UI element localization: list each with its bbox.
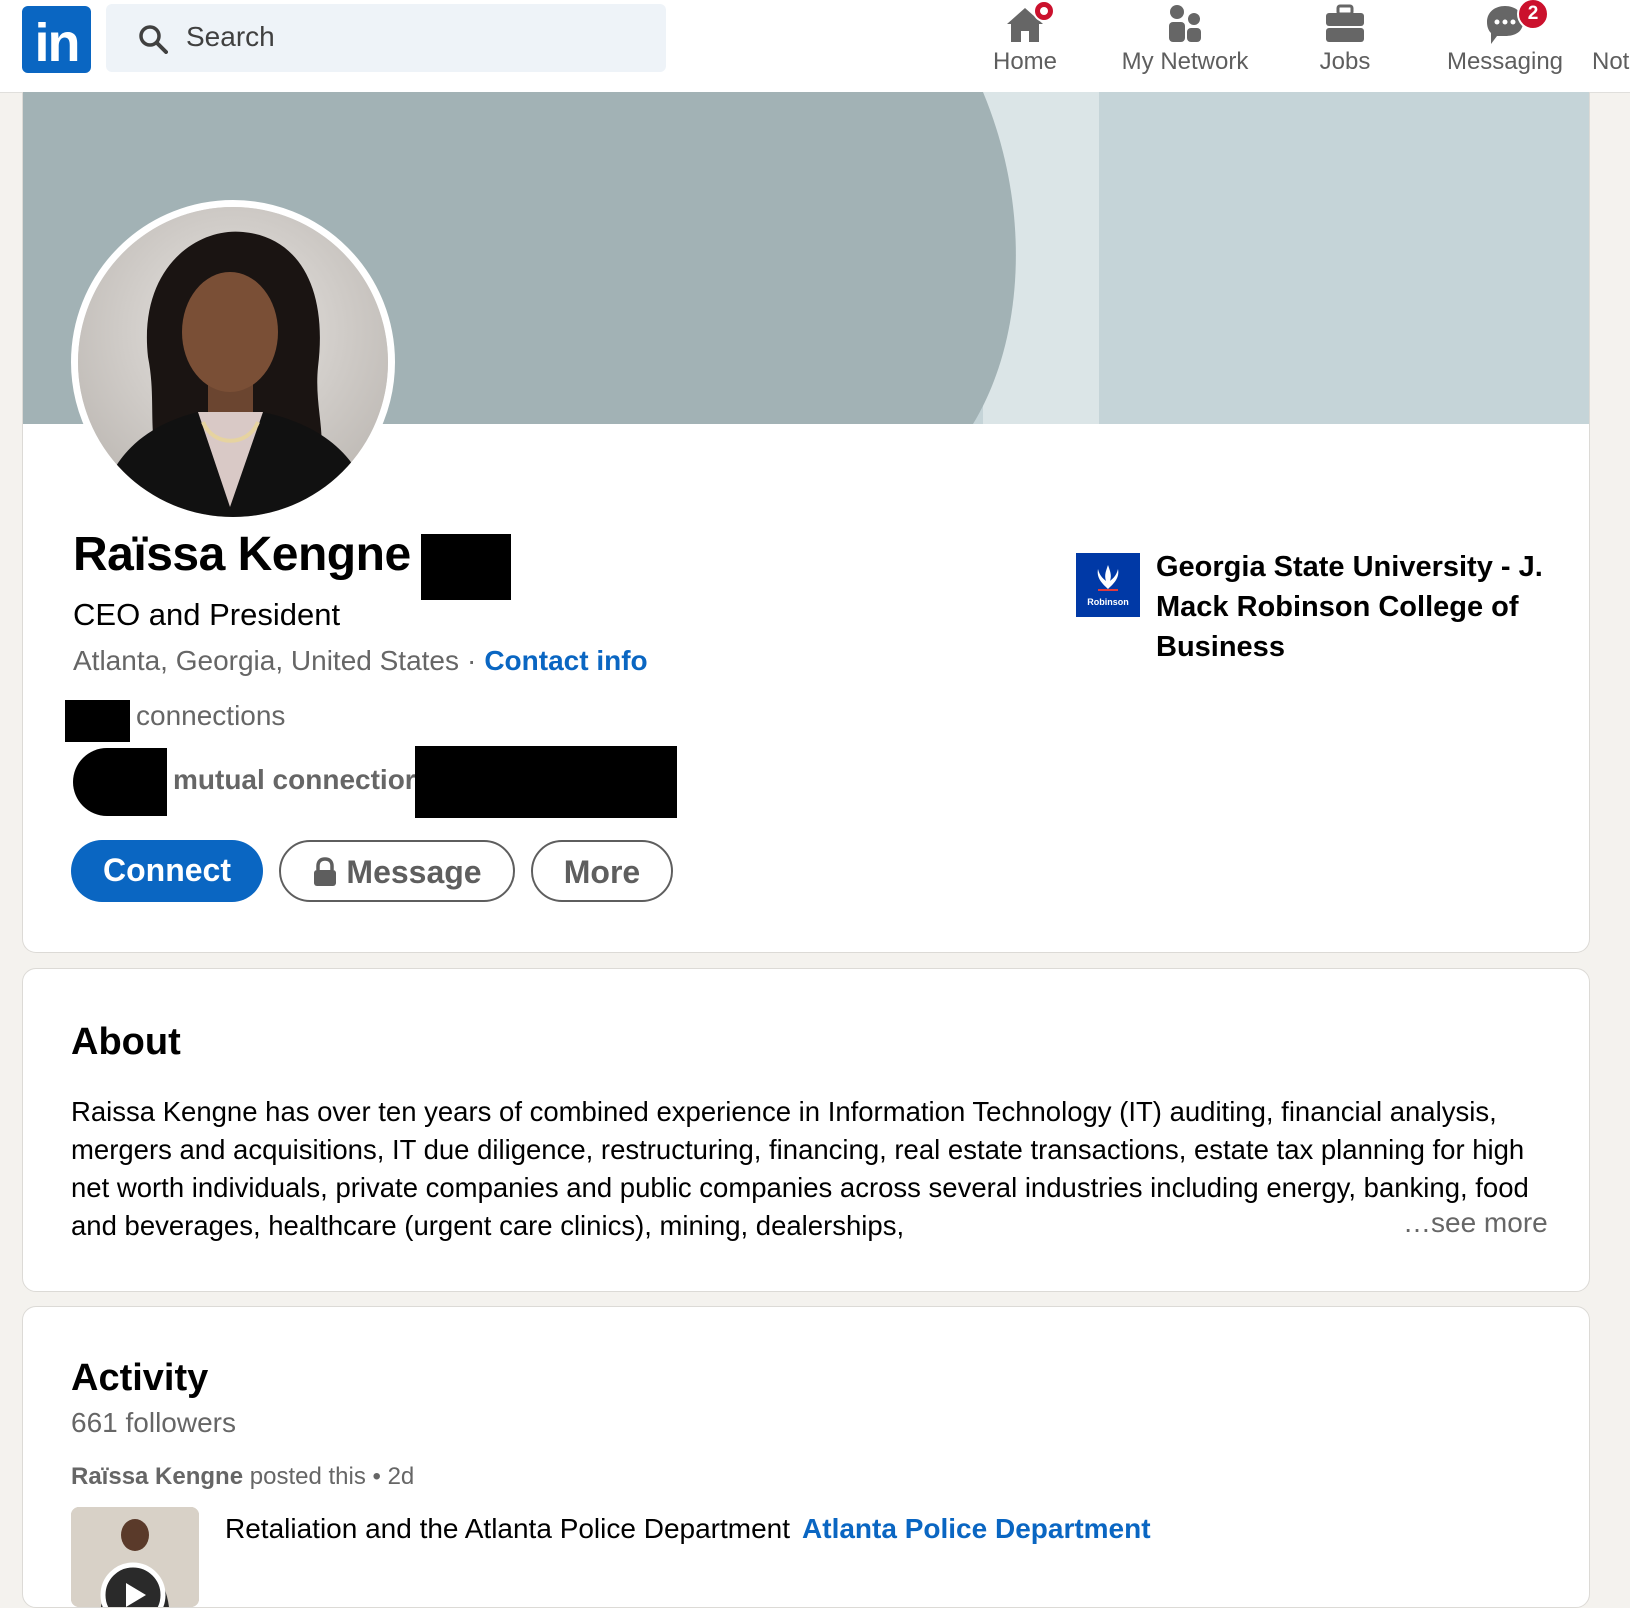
mutual-connections[interactable]: mutual connectior — [173, 764, 416, 796]
location-separator: · — [467, 645, 477, 676]
connect-button[interactable]: Connect — [71, 840, 263, 902]
about-text: Raissa Kengne has over ten years of comb… — [71, 1096, 1529, 1241]
nav-item-home[interactable]: Home — [975, 0, 1075, 92]
lock-icon — [314, 857, 337, 886]
linkedin-logo[interactable]: in — [22, 6, 91, 73]
profile-headline: CEO and President — [73, 597, 341, 632]
nav-item-my-network[interactable]: My Network — [1110, 0, 1260, 92]
post-title: Retaliation and the Atlanta Police Depar… — [225, 1513, 791, 1544]
redaction-bar — [415, 746, 677, 818]
nav-item-messaging[interactable]: 2 Messaging — [1435, 0, 1575, 92]
search-box[interactable]: Search — [106, 4, 666, 72]
briefcase-icon — [1326, 4, 1364, 42]
redaction-bar — [73, 748, 167, 816]
nav-label-notifications: Not — [1592, 48, 1630, 75]
post-thumbnail[interactable] — [71, 1507, 199, 1607]
activity-card: Activity 661 followers Raïssa Kengne pos… — [22, 1306, 1590, 1608]
post-hashtag-link[interactable]: Atlanta Police Department — [802, 1513, 1151, 1544]
message-button[interactable]: Message — [279, 840, 515, 902]
profile-photo-image — [78, 207, 388, 517]
profile-name: Raïssa Kengne — [73, 528, 411, 581]
see-more-link[interactable]: …see more — [1395, 1207, 1548, 1239]
post-title-line[interactable]: Retaliation and the Atlanta Police Depar… — [225, 1513, 1151, 1545]
about-card: About Raissa Kengne has over ten years o… — [22, 968, 1590, 1292]
message-button-label: Message — [346, 854, 482, 890]
nav-label-messaging: Messaging — [1446, 48, 1564, 75]
video-thumbnail-image — [71, 1507, 199, 1607]
search-icon — [139, 25, 168, 54]
profile-card: Raïssa Kengne CEO and President Atlanta,… — [22, 92, 1590, 953]
home-notification-dot — [1033, 0, 1055, 22]
post-meta: Raïssa Kengne posted this • 2d — [71, 1463, 414, 1491]
nav-label-jobs: Jobs — [1319, 48, 1371, 75]
nav-item-notifications[interactable]: Not — [1592, 0, 1630, 92]
nav-label-my-network: My Network — [1121, 48, 1249, 75]
profile-photo[interactable] — [71, 200, 395, 524]
school-logo[interactable]: Robinson — [1076, 553, 1140, 617]
school-name[interactable]: Georgia State University - J. Mack Robin… — [1156, 547, 1566, 667]
more-button[interactable]: More — [531, 840, 673, 902]
post-meta-separator: • — [372, 1463, 381, 1490]
network-icon — [1169, 5, 1201, 42]
contact-info-link[interactable]: Contact info — [484, 645, 647, 676]
redaction-bar — [65, 700, 130, 742]
nav-item-jobs[interactable]: Jobs — [1290, 0, 1400, 92]
top-navigation-bar: in Search Home My Network Jobs 2 Messagi… — [0, 0, 1630, 93]
school-logo-text: Robinson — [1087, 597, 1129, 607]
redaction-bar — [421, 534, 511, 600]
post-time: 2d — [387, 1463, 415, 1490]
activity-title: Activity — [71, 1357, 209, 1399]
connections-count[interactable]: connections — [136, 700, 285, 732]
about-title: About — [71, 1021, 181, 1063]
search-placeholder: Search — [186, 21, 275, 52]
profile-location: Atlanta, Georgia, United States — [73, 645, 459, 676]
flame-icon: Robinson — [1087, 565, 1129, 607]
post-author[interactable]: Raïssa Kengne — [71, 1463, 243, 1490]
followers-count: 661 followers — [71, 1407, 236, 1438]
profile-location-line: Atlanta, Georgia, United States · Contact … — [73, 645, 648, 677]
nav-label-home: Home — [992, 48, 1058, 75]
messaging-badge: 2 — [1517, 0, 1549, 30]
post-action: posted this — [249, 1463, 366, 1490]
